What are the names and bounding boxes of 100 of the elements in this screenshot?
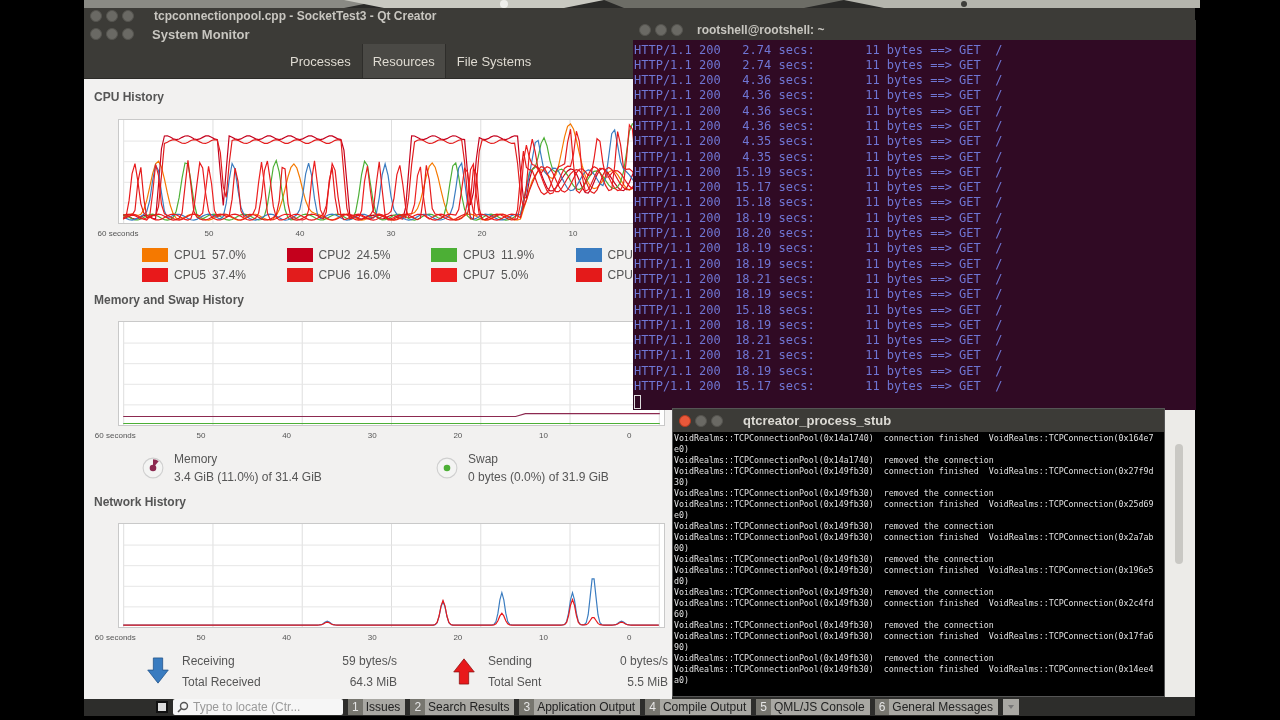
axis-label: 40 [281, 430, 293, 442]
color-swatch[interactable] [575, 268, 602, 282]
color-swatch[interactable] [431, 248, 457, 262]
terminal-line: HTTP/1.1 200 15.17 secs: 11 bytes ==> GET / [634, 180, 1004, 196]
section-title: Memory and Swap History [94, 292, 245, 308]
console-line: VoidRealms::TCPConnectionPool(0x14a1740) connection finished VoidRealms::TCPConnection(0x164e7e0) [674, 433, 1154, 455]
terminal-line: HTTP/1.1 200 18.19 secs: 11 bytes ==> GET / [634, 317, 1004, 334]
maximize-button[interactable] [711, 414, 723, 427]
axis-label: 60 seconds [96, 228, 140, 240]
terminal-line: HTTP/1.1 200 2.74 secs: 11 bytes ==> GET / [634, 57, 1004, 74]
axis-label: 30 [366, 632, 378, 644]
color-swatch[interactable] [142, 248, 168, 262]
console-line: VoidRealms::TCPConnectionPool(0x149fb30) removed the connection [674, 587, 995, 598]
cpu-usage: 37.4% [212, 268, 247, 282]
cpu-label: CPU5 [174, 268, 206, 282]
total-label: Total Received [182, 674, 262, 689]
console-line: VoidRealms::TCPConnectionPool(0x149fb30) connection finished VoidRealms::TCPConnection(0x27f9d30) [674, 466, 1154, 488]
window-title: rootshell@rootshell: ~ [697, 23, 825, 37]
console-line: VoidRealms::TCPConnectionPool(0x149fb30) connection finished VoidRealms::TCPConnection(0x25d69e0) [674, 499, 1154, 521]
terminal-line: HTTP/1.1 200 4.35 secs: 11 bytes ==> GET / [634, 149, 1004, 165]
search-icon [176, 700, 190, 713]
console-line: VoidRealms::TCPConnectionPool(0x149fb30) connection finished VoidRealms::TCPConnection(0x14ee4a0) [674, 664, 1154, 686]
terminal-line: HTTP/1.1 200 18.19 secs: 11 bytes ==> GET / [634, 363, 1004, 380]
maximize-button[interactable] [122, 28, 134, 40]
color-swatch[interactable] [575, 248, 602, 262]
close-button[interactable] [639, 24, 651, 36]
total-label: Total Sent [488, 674, 543, 689]
cpu-label: CPU2 [318, 248, 351, 262]
minimize-button[interactable] [695, 414, 707, 427]
color-swatch[interactable] [431, 268, 457, 282]
console-line: VoidRealms::TCPConnectionPool(0x149fb30) removed the connection [674, 620, 995, 631]
cpu-label: CPU1 [174, 248, 206, 262]
terminal-line: HTTP/1.1 200 18.21 secs: 11 bytes ==> GET / [634, 333, 1004, 349]
output-tab[interactable]: 5 QML/JS Console [756, 698, 870, 715]
terminal-line: HTTP/1.1 200 4.35 secs: 11 bytes ==> GET / [634, 134, 1004, 150]
rate-label: Sending [488, 653, 534, 668]
dropdown-icon[interactable] [1003, 698, 1020, 715]
section-title: Network History [94, 494, 187, 510]
axis-label: 20 [452, 430, 464, 442]
terminal-line: HTTP/1.1 200 15.17 secs: 11 bytes ==> GET / [634, 379, 1004, 395]
toggle-sidebar-icon[interactable] [156, 700, 168, 713]
terminal-line: HTTP/1.1 200 4.36 secs: 11 bytes ==> GET / [634, 88, 1004, 104]
cpu-usage: 24.5% [356, 248, 391, 262]
color-swatch[interactable] [286, 248, 313, 262]
tab[interactable]: Processes [279, 44, 362, 78]
memory-pie-icon [142, 457, 164, 479]
rate-value: 59 bytes/s [342, 653, 397, 668]
up-arrow-icon [452, 657, 476, 685]
tab[interactable]: File Systems [445, 44, 543, 78]
close-button[interactable] [679, 414, 691, 427]
cpu-usage: 16.0% [356, 268, 391, 282]
color-swatch[interactable] [286, 268, 313, 282]
minimize-button[interactable] [106, 10, 118, 22]
tab[interactable]: Resources [361, 44, 446, 78]
terminal-line: HTTP/1.1 200 15.18 secs: 11 bytes ==> GET / [634, 302, 1004, 318]
usage-reading: 3.4 GiB (11.0%) of 31.4 GiB [174, 470, 322, 484]
maximize-button[interactable] [122, 10, 134, 22]
axis-label: 0 [625, 430, 633, 442]
close-button[interactable] [90, 28, 102, 40]
console-line: VoidRealms::TCPConnectionPool(0x149fb30) connection finished VoidRealms::TCPConnection(0x196e5d0) [674, 565, 1154, 587]
console-line: VoidRealms::TCPConnectionPool(0x149fb30) removed the connection [674, 554, 995, 565]
axis-label: 60 seconds [93, 430, 137, 442]
cpu-label: CPU [607, 268, 633, 282]
minimize-button[interactable] [655, 24, 667, 36]
axis-label: 40 [281, 632, 293, 644]
console-line: VoidRealms::TCPConnectionPool(0x14a1740) removed the connection [674, 455, 995, 466]
down-arrow-icon [146, 657, 170, 685]
axis-label: 50 [195, 632, 207, 644]
maximize-button[interactable] [671, 24, 683, 36]
window-title: tcpconnectionpool.cpp - SocketTest3 - Qt Creator [154, 9, 437, 23]
scrollbar[interactable] [1175, 444, 1183, 564]
usage-reading: 0 bytes (0.0%) of 31.9 GiB [468, 470, 609, 484]
output-tab[interactable]: 4 Compile Output [645, 698, 752, 715]
rate-value: 0 bytes/s [619, 653, 668, 668]
console-line: VoidRealms::TCPConnectionPool(0x149fb30) connection finished VoidRealms::TCPConnection(0x2a7ab00) [674, 532, 1154, 554]
cpu-label: CPU7 [463, 268, 495, 282]
window-title: qtcreator_process_stub [743, 413, 892, 428]
terminal-line: HTTP/1.1 200 18.19 secs: 11 bytes ==> GET / [634, 210, 1004, 227]
meter-label: Memory [174, 452, 219, 466]
output-tab[interactable]: 6 General Messages [874, 698, 999, 715]
terminal-line: HTTP/1.1 200 4.36 secs: 11 bytes ==> GET / [634, 119, 1004, 135]
console-line: VoidRealms::TCPConnectionPool(0x149fb30) removed the connection [674, 521, 995, 532]
axis-label: 20 [452, 632, 464, 644]
console-line: VoidRealms::TCPConnectionPool(0x149fb30) removed the connection [674, 653, 995, 664]
axis-label: 50 [203, 228, 215, 240]
total-value: 64.3 MiB [348, 674, 397, 689]
cpu-label: CPU6 [318, 268, 351, 282]
window-title: System Monitor [152, 26, 250, 42]
console-line: VoidRealms::TCPConnectionPool(0x149fb30) connection finished VoidRealms::TCPConnection(0x2c4fd60) [674, 598, 1154, 620]
close-button[interactable] [90, 10, 102, 22]
terminal-line: HTTP/1.1 200 4.36 secs: 11 bytes ==> GET / [634, 103, 1004, 119]
terminal-line: HTTP/1.1 200 15.18 secs: 11 bytes ==> GET / [634, 195, 1004, 211]
cpu-usage: 11.9% [501, 248, 535, 262]
section-title: CPU History [94, 89, 164, 105]
axis-label: 40 [294, 228, 306, 240]
meter-label: Swap [468, 452, 500, 466]
terminal-line: HTTP/1.1 200 18.21 secs: 11 bytes ==> GET / [634, 348, 1004, 364]
minimize-button[interactable] [106, 28, 118, 40]
color-swatch[interactable] [142, 268, 168, 282]
terminal-line: HTTP/1.1 200 18.19 secs: 11 bytes ==> GET / [634, 256, 1004, 272]
